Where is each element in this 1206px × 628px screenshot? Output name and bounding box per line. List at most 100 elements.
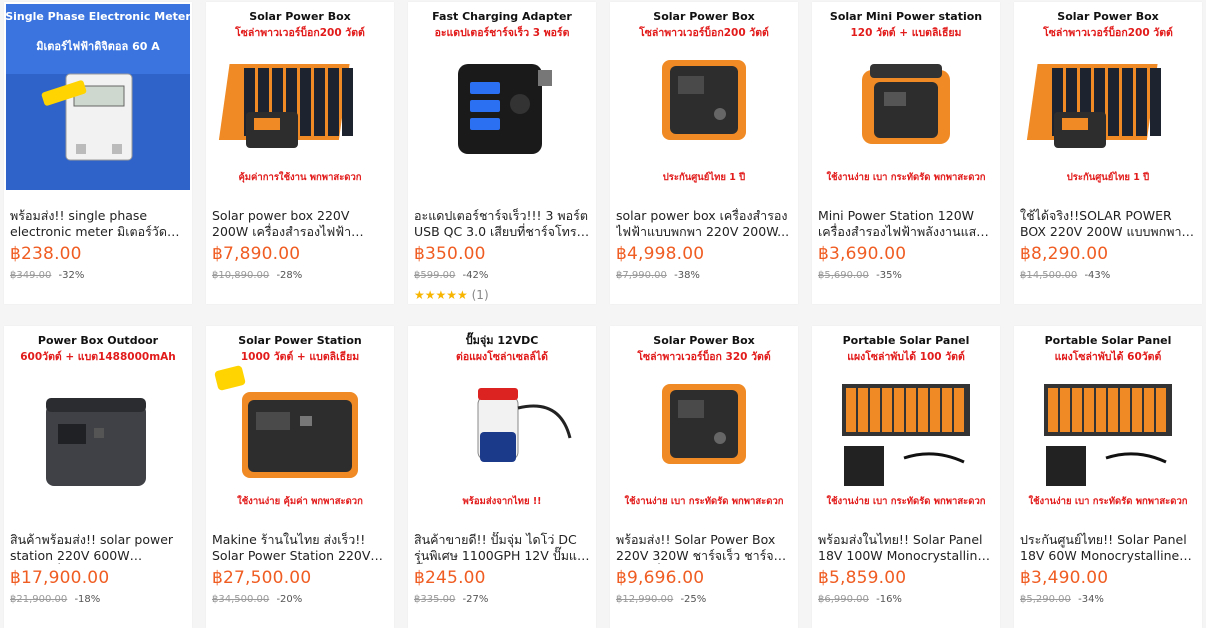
banner-tagline: ประกันศูนย์ไทย 1 ปี (1067, 171, 1149, 184)
product-image[interactable]: Power Box Outdoor 600วัตต์ + แบต1488000m… (6, 328, 190, 514)
product-image[interactable]: Portable Solar Panel แผงโซล่าพับได้ 60วั… (1016, 328, 1200, 514)
product-title[interactable]: Mini Power Station 120W เครื่องสำรองไฟฟ้… (818, 208, 994, 240)
product-price: ฿350.00 (414, 244, 486, 264)
product-title[interactable]: อะแดปเตอร์ชาร์จเร็ว!!! 3 พอร์ต USB QC 3.… (414, 208, 590, 240)
product-image[interactable]: ปั๊มจุ่ม 12VDC ต่อแผงโซล่าเซลล์ได้ พร้อม… (410, 328, 594, 514)
product-photo: Fast Charging Adapter อะแดปเตอร์ชาร์จเร็… (410, 4, 594, 190)
product-photo: Power Box Outdoor 600วัตต์ + แบต1488000m… (6, 328, 190, 514)
product-title[interactable]: สินค้าพร้อมส่ง!! solar power station 220… (10, 532, 186, 564)
product-photo: ปั๊มจุ่ม 12VDC ต่อแผงโซล่าเซลล์ได้ พร้อม… (410, 328, 594, 514)
original-price: ฿21,900.00 (10, 594, 68, 605)
product-card[interactable]: Solar Power Box โซล่าพาวเวอร์บ็อก200 วัต… (610, 2, 798, 304)
banner-tagline: ใช้งานง่าย เบา กระทัดรัด พกพาสะดวก (624, 495, 783, 507)
product-image[interactable]: Fast Charging Adapter อะแดปเตอร์ชาร์จเร็… (410, 4, 594, 190)
product-photo: Solar Mini Power station 120 วัตต์ + แบต… (814, 4, 998, 190)
price-meta: ฿14,500.00 -43% (1020, 270, 1110, 281)
product-price: ฿27,500.00 (212, 568, 312, 588)
product-image[interactable]: Single Phase Electronic Meter มิเตอร์ไฟฟ… (6, 4, 190, 190)
price-meta: ฿34,500.00 -20% (212, 594, 302, 605)
rating-count: (1) (471, 288, 489, 302)
original-price: ฿5,290.00 (1020, 594, 1071, 605)
product-card[interactable]: Solar Power Box โซล่าพาวเวอร์บ็อก 320 วั… (610, 326, 798, 628)
banner-subheading: โซล่าพาวเวอร์บ็อก200 วัตต์ (234, 25, 365, 39)
product-title[interactable]: solar power box เครื่องสำรองไฟฟ้าแบบพกพา… (616, 208, 792, 240)
price-meta: ฿349.00 -32% (10, 270, 84, 281)
product-price: ฿7,890.00 (212, 244, 301, 264)
product-title[interactable]: พร้อมส่ง!! single phase electronic meter… (10, 208, 186, 240)
price-meta: ฿7,990.00 -38% (616, 270, 700, 281)
banner-heading: Fast Charging Adapter (432, 10, 572, 23)
product-photo: Solar Power Box โซล่าพาวเวอร์บ็อก 320 วั… (612, 328, 796, 514)
banner-heading: Solar Power Box (653, 10, 754, 23)
banner-subheading: 120 วัตต์ + แบตลิเธียม (851, 26, 962, 39)
star-rating-icon: ★★★★★ (414, 288, 468, 302)
banner-heading: Solar Power Box (1057, 10, 1158, 23)
banner-heading: Portable Solar Panel (843, 334, 970, 347)
banner-heading: Solar Power Box (249, 10, 350, 23)
banner-tagline: คุ้มค่าการใช้งาน พกพาสะดวก (238, 171, 361, 183)
product-card[interactable]: Solar Power Box โซล่าพาวเวอร์บ็อก200 วัต… (206, 2, 394, 304)
product-image[interactable]: Solar Power Box โซล่าพาวเวอร์บ็อก200 วัต… (208, 4, 392, 190)
price-meta: ฿12,990.00 -25% (616, 594, 706, 605)
product-image[interactable]: Solar Power Box โซล่าพาวเวอร์บ็อก 320 วั… (612, 328, 796, 514)
banner-tagline: พร้อมส่งจากไทย !! (462, 495, 541, 507)
banner-subheading: 600วัตต์ + แบต1488000mAh (20, 350, 176, 363)
product-photo: Solar Power Box โซล่าพาวเวอร์บ็อก200 วัต… (208, 4, 392, 190)
banner-subheading: อะแดปเตอร์ชาร์จเร็ว 3 พอร์ต (435, 25, 570, 39)
banner-subheading: แผงโซล่าพับได้ 100 วัตต์ (847, 350, 965, 363)
product-price: ฿245.00 (414, 568, 486, 588)
product-title[interactable]: Makine ร้านในไทย ส่งเร็ว!! Solar Power S… (212, 532, 388, 564)
product-card[interactable]: Portable Solar Panel แผงโซล่าพับได้ 100 … (812, 326, 1000, 628)
product-image[interactable]: Solar Mini Power station 120 วัตต์ + แบต… (814, 4, 998, 190)
product-title[interactable]: พร้อมส่งในไทย!! Solar Panel 18V 100W Mon… (818, 532, 994, 564)
banner-heading: Portable Solar Panel (1045, 334, 1172, 347)
product-card[interactable]: Solar Mini Power station 120 วัตต์ + แบต… (812, 2, 1000, 304)
price-meta: ฿5,690.00 -35% (818, 270, 902, 281)
banner-subheading: แผงโซล่าพับได้ 60วัตต์ (1055, 350, 1162, 363)
original-price: ฿599.00 (414, 270, 456, 281)
product-title[interactable]: พร้อมส่ง!! Solar Power Box 220V 320W ชาร… (616, 532, 792, 564)
discount-badge: -38% (674, 270, 700, 281)
discount-badge: -16% (876, 594, 902, 605)
product-card[interactable]: Portable Solar Panel แผงโซล่าพับได้ 60วั… (1014, 326, 1202, 628)
original-price: ฿7,990.00 (616, 270, 667, 281)
product-image[interactable]: Solar Power Station 1000 วัตต์ + แบตลิเธ… (208, 328, 392, 514)
product-image[interactable]: Solar Power Box โซล่าพาวเวอร์บ็อก200 วัต… (1016, 4, 1200, 190)
product-price: ฿5,859.00 (818, 568, 907, 588)
price-meta: ฿21,900.00 -18% (10, 594, 100, 605)
product-photo: Solar Power Station 1000 วัตต์ + แบตลิเธ… (208, 328, 392, 514)
discount-badge: -25% (680, 594, 707, 605)
banner-heading: Power Box Outdoor (38, 334, 159, 347)
product-price: ฿9,696.00 (616, 568, 705, 588)
product-price: ฿8,290.00 (1020, 244, 1109, 264)
price-meta: ฿6,990.00 -16% (818, 594, 902, 605)
banner-subheading: ต่อแผงโซล่าเซลล์ได้ (456, 350, 548, 363)
product-grid: Single Phase Electronic Meter มิเตอร์ไฟฟ… (0, 0, 1206, 628)
banner-tagline: ใช้งานง่าย เบา กระทัดรัด พกพาสะดวก (826, 171, 985, 183)
product-title[interactable]: ประกันศูนย์ไทย!! Solar Panel 18V 60W Mon… (1020, 532, 1196, 564)
original-price: ฿349.00 (10, 270, 52, 281)
product-card[interactable]: ปั๊มจุ่ม 12VDC ต่อแผงโซล่าเซลล์ได้ พร้อม… (408, 326, 596, 628)
product-price: ฿17,900.00 (10, 568, 110, 588)
original-price: ฿14,500.00 (1020, 270, 1078, 281)
product-title[interactable]: สินค้าขายดี!! ปั๊มจุ่ม ไดโว่ DC รุ่นพิเศ… (414, 532, 590, 564)
product-price: ฿3,490.00 (1020, 568, 1109, 588)
product-image[interactable]: Solar Power Box โซล่าพาวเวอร์บ็อก200 วัต… (612, 4, 796, 190)
product-title[interactable]: Solar power box 220V 200W เครื่องสำรองไฟ… (212, 208, 388, 240)
product-price: ฿4,998.00 (616, 244, 705, 264)
product-card[interactable]: Single Phase Electronic Meter มิเตอร์ไฟฟ… (4, 2, 192, 304)
product-photo: Portable Solar Panel แผงโซล่าพับได้ 60วั… (1016, 328, 1200, 514)
discount-badge: -28% (276, 270, 303, 281)
banner-heading: Solar Mini Power station (830, 10, 982, 23)
product-card[interactable]: Solar Power Station 1000 วัตต์ + แบตลิเธ… (206, 326, 394, 628)
banner-heading: ปั๊มจุ่ม 12VDC (466, 332, 539, 348)
product-title[interactable]: ใช้ได้จริง!!SOLAR POWER BOX 220V 200W แบ… (1020, 208, 1196, 240)
discount-badge: -43% (1084, 270, 1111, 281)
product-card[interactable]: Solar Power Box โซล่าพาวเวอร์บ็อก200 วัต… (1014, 2, 1202, 304)
product-rating: ★★★★★ (1) (414, 288, 489, 302)
product-image[interactable]: Portable Solar Panel แผงโซล่าพับได้ 100 … (814, 328, 998, 514)
banner-heading: Solar Power Station (238, 334, 361, 347)
banner-tagline: ประกันศูนย์ไทย 1 ปี (663, 171, 745, 184)
product-card[interactable]: Fast Charging Adapter อะแดปเตอร์ชาร์จเร็… (408, 2, 596, 304)
product-card[interactable]: Power Box Outdoor 600วัตต์ + แบต1488000m… (4, 326, 192, 628)
